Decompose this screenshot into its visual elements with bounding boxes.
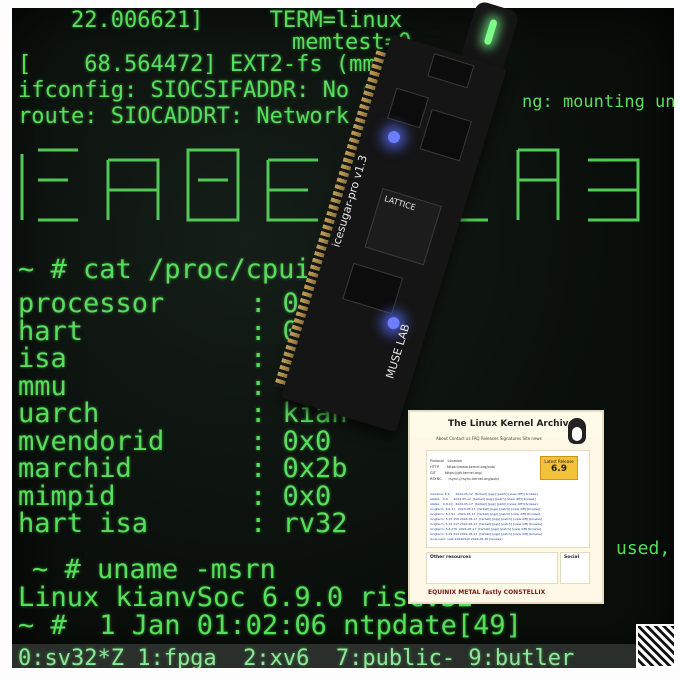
- photo-scene: 22.006621] TERM=linux memtest=0 [ 68.564…: [0, 0, 680, 680]
- cpuinfo-key: hart: [18, 315, 84, 347]
- cpuinfo-value: : rv32: [250, 508, 348, 539]
- release-rows: mainline: 6.9 2024-05-12 [tarball] [pgp]…: [430, 492, 543, 541]
- boot-line-3: ifconfig: SIOCSIFADDR: No s: [18, 78, 376, 103]
- uname-command: ~ # uname -msrn: [32, 554, 276, 585]
- memory-chip: [342, 262, 404, 315]
- cpuinfo-key: mimpid: [18, 480, 116, 512]
- board-brand-label: MUSE LAB: [383, 322, 413, 381]
- qr-code-icon: [636, 624, 676, 668]
- latest-release-badge: Latest Release 6.9: [540, 456, 578, 480]
- status-bar-text: 0:sv32*Z 1:fpga 2:xv6 7:public- 9:butler: [18, 646, 575, 668]
- social-box: Social: [560, 552, 590, 584]
- other-resources-heading: Other resources: [430, 555, 471, 560]
- date-line: ~ # 1 Jan 01:02:06 ntpdate[49]: [18, 610, 522, 641]
- small-chip-1: [387, 87, 430, 129]
- cpuinfo-key: marchid: [18, 453, 132, 484]
- site-title: The Linux Kernel Archives: [448, 419, 581, 429]
- social-heading: Social: [564, 555, 580, 560]
- cpuinfo-key: uarch: [18, 398, 100, 429]
- cpuinfo-key: mvendorid: [18, 425, 165, 457]
- cpuinfo-value: : 0: [250, 288, 299, 319]
- other-resources-box: Other resources: [426, 552, 558, 584]
- kernel-org-photo-inset: The Linux Kernel Archives About Contact …: [410, 412, 602, 602]
- blue-led-1: [386, 129, 402, 145]
- mount-fragment: ng: mounting unc: [522, 92, 674, 112]
- right-fragment: used, ex: [616, 538, 671, 559]
- boot-line-2: [ 68.564472] EXT2-fs (mmcb: [18, 52, 403, 77]
- usb-port-chip: [427, 53, 475, 89]
- fpga-chip-label: LATTICE: [383, 194, 417, 213]
- sponsor-logos: EQUINIX METAL fastly CONSTELLIX: [428, 589, 546, 596]
- cpuinfo-key: isa: [18, 343, 67, 374]
- protocol-list: Protocol Location HTTP https://www.kerne…: [430, 459, 499, 481]
- site-nav: About Contact us FAQ Releases Signatures…: [436, 436, 542, 441]
- cpuinfo-value: : 0x0: [250, 425, 332, 457]
- tux-penguin-icon: [568, 418, 586, 444]
- small-chip-2: [419, 108, 473, 162]
- cpuinfo-value: : 0x2b: [250, 453, 348, 484]
- cpuinfo-value: : 0x0: [250, 480, 332, 512]
- cpuinfo-key: processor: [18, 288, 165, 319]
- fpga-chip: LATTICE: [364, 187, 442, 266]
- cpuinfo-key: hart isa: [18, 508, 149, 539]
- boot-line-4: route: SIOCADDRT: Network i: [18, 104, 376, 129]
- uname-output: Linux kianvSoc 6.9.0 riscv32: [18, 582, 474, 613]
- cpuinfo-key: mmu: [18, 370, 67, 402]
- tmux-status-bar: 0:sv32*Z 1:fpga 2:xv6 7:public- 9:butler: [12, 644, 674, 668]
- latest-release-version: 6.9: [551, 464, 567, 474]
